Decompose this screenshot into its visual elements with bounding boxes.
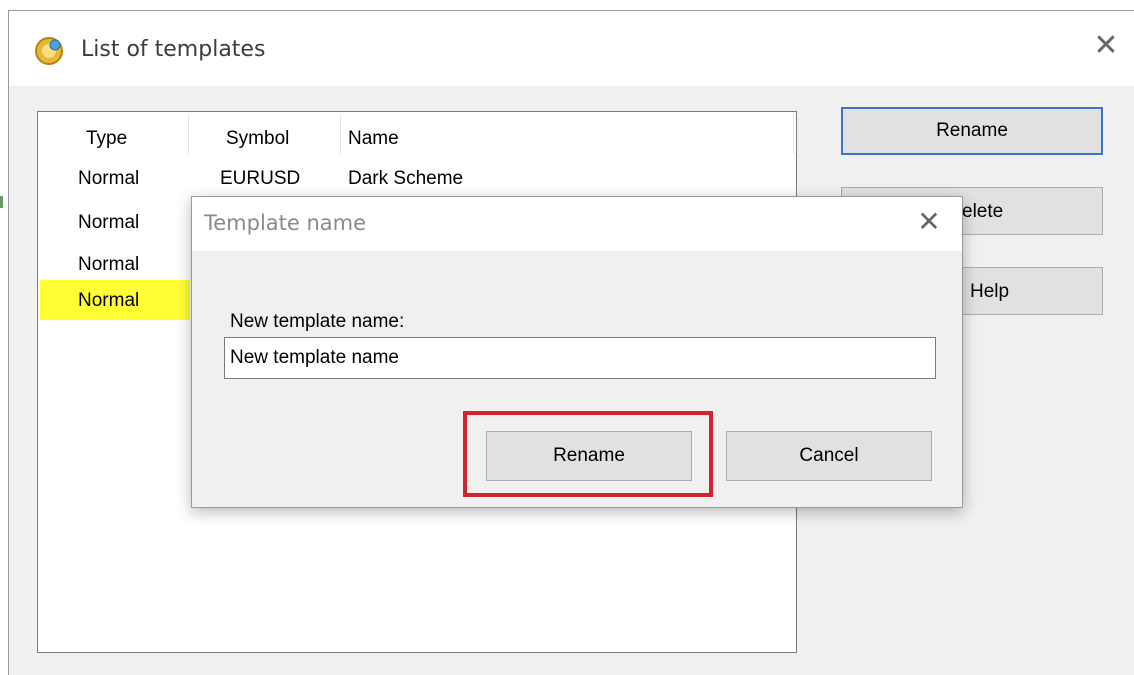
column-divider[interactable] bbox=[340, 114, 341, 154]
rename-button-label: Rename bbox=[936, 120, 1008, 141]
column-divider[interactable] bbox=[188, 114, 189, 154]
table-row-type[interactable]: Normal bbox=[78, 212, 139, 234]
template-name-dialog: Template name ✕ New template name: Renam… bbox=[191, 196, 963, 508]
templates-app-icon bbox=[35, 37, 63, 65]
table-row-type[interactable]: Normal bbox=[78, 254, 139, 276]
column-header-symbol[interactable]: Symbol bbox=[226, 128, 289, 150]
table-row-type[interactable]: Normal bbox=[78, 168, 139, 190]
table-row-type[interactable]: Normal bbox=[78, 290, 139, 312]
help-button-label: Help bbox=[970, 281, 1010, 302]
table-row-symbol[interactable]: EURUSD bbox=[220, 168, 300, 190]
column-header-name[interactable]: Name bbox=[348, 128, 399, 150]
background-edge-mark bbox=[0, 196, 3, 208]
dialog-cancel-button[interactable]: Cancel bbox=[726, 431, 932, 481]
screen: List of templates ✕ Type Symbol Name Nor… bbox=[0, 0, 1134, 675]
window-titlebar[interactable]: List of templates ✕ bbox=[9, 11, 1134, 86]
close-icon[interactable]: ✕ bbox=[1091, 31, 1121, 61]
new-name-label: New template name: bbox=[230, 311, 405, 332]
dialog-titlebar[interactable]: Template name ✕ bbox=[192, 197, 962, 251]
column-header-type[interactable]: Type bbox=[86, 128, 127, 150]
table-row-name[interactable]: Dark Scheme bbox=[348, 168, 463, 190]
window-title: List of templates bbox=[81, 37, 266, 62]
rename-highlight-box bbox=[463, 411, 713, 497]
close-icon[interactable]: ✕ bbox=[914, 207, 944, 237]
delete-button-label: elete bbox=[962, 201, 1004, 222]
column-divider[interactable] bbox=[793, 114, 794, 154]
rename-button[interactable]: Rename bbox=[841, 107, 1103, 155]
template-name-input[interactable] bbox=[224, 337, 936, 379]
dialog-title: Template name bbox=[204, 211, 367, 235]
